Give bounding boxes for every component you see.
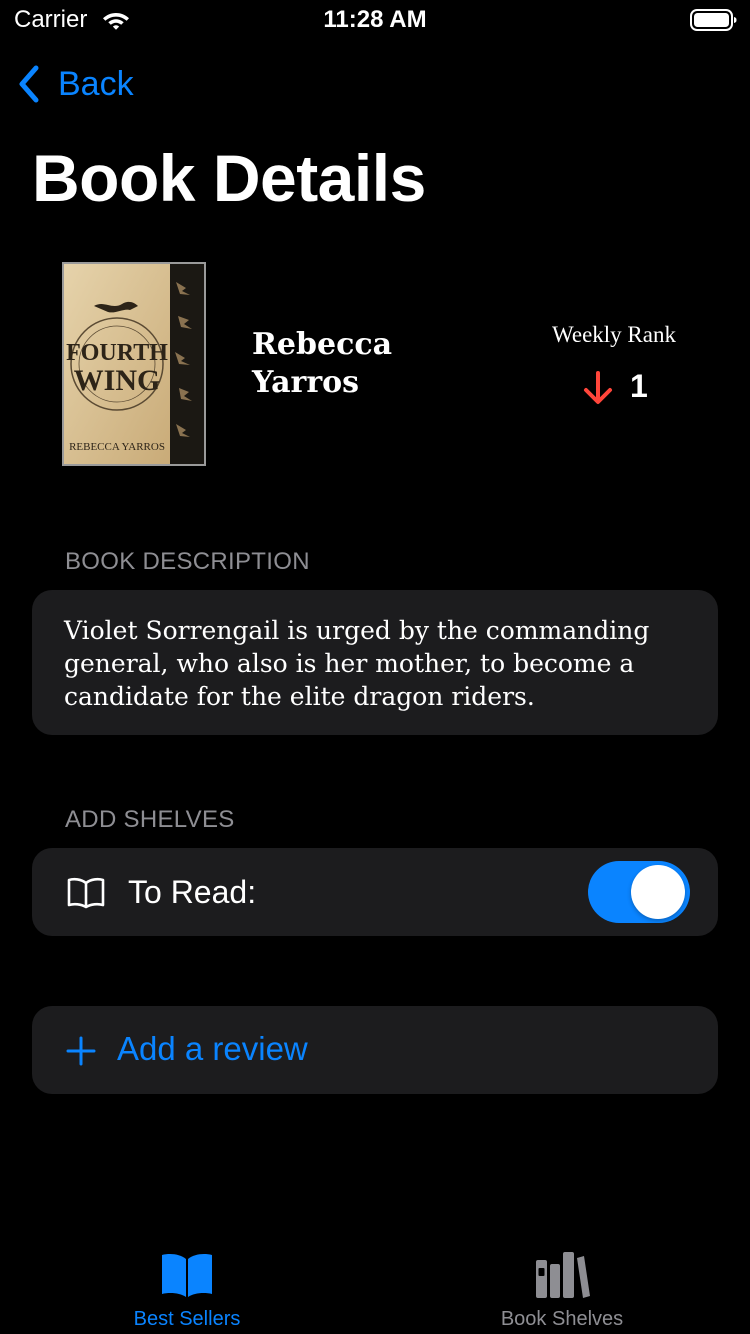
book-cover-image: FOURTH WING REBECCA YARROS xyxy=(62,262,206,466)
toggle-knob xyxy=(631,865,685,919)
description-text: Violet Sorrengail is urged by the comman… xyxy=(64,616,650,711)
tab-book-shelves[interactable]: Book Shelves xyxy=(437,1236,687,1334)
chevron-left-icon xyxy=(19,65,39,103)
shelf-label-to-read: To Read: xyxy=(128,874,257,910)
arrow-down-icon xyxy=(584,371,612,404)
books-vertical-icon xyxy=(536,1252,590,1298)
page-title: Book Details xyxy=(32,141,426,215)
book-open-icon xyxy=(67,877,105,909)
tab-bar: Best Sellers Book Shelves xyxy=(0,1236,750,1334)
to-read-toggle[interactable] xyxy=(588,861,690,923)
tab-label-best-sellers: Best Sellers xyxy=(133,1308,241,1330)
back-button[interactable]: Back xyxy=(14,60,134,108)
weekly-rank-value: 1 xyxy=(630,368,648,404)
cover-title-line2: WING xyxy=(74,364,161,397)
status-time: 11:28 AM xyxy=(323,6,427,33)
cover-title-line1: FOURTH xyxy=(66,340,168,366)
back-label: Back xyxy=(58,64,134,103)
book-open-filled-icon xyxy=(162,1254,212,1297)
battery-full-icon xyxy=(690,9,737,31)
tab-label-book-shelves: Book Shelves xyxy=(500,1308,624,1330)
cover-author: REBECCA YARROS xyxy=(69,441,165,453)
tab-best-sellers[interactable]: Best Sellers xyxy=(62,1236,312,1334)
shelves-header: ADD SHELVES xyxy=(65,806,235,833)
description-header: BOOK DESCRIPTION xyxy=(65,548,310,575)
weekly-rank-label: Weekly Rank xyxy=(552,322,676,347)
add-review-button[interactable]: Add a review xyxy=(32,1006,718,1094)
shelf-row-to-read: To Read: xyxy=(32,848,718,936)
plus-icon xyxy=(66,1036,96,1066)
add-review-label: Add a review xyxy=(117,1030,308,1067)
description-card: Violet Sorrengail is urged by the comman… xyxy=(32,590,718,735)
book-author: Rebecca Yarros xyxy=(252,327,393,400)
status-bar: Carrier 11:28 AM xyxy=(0,0,750,40)
